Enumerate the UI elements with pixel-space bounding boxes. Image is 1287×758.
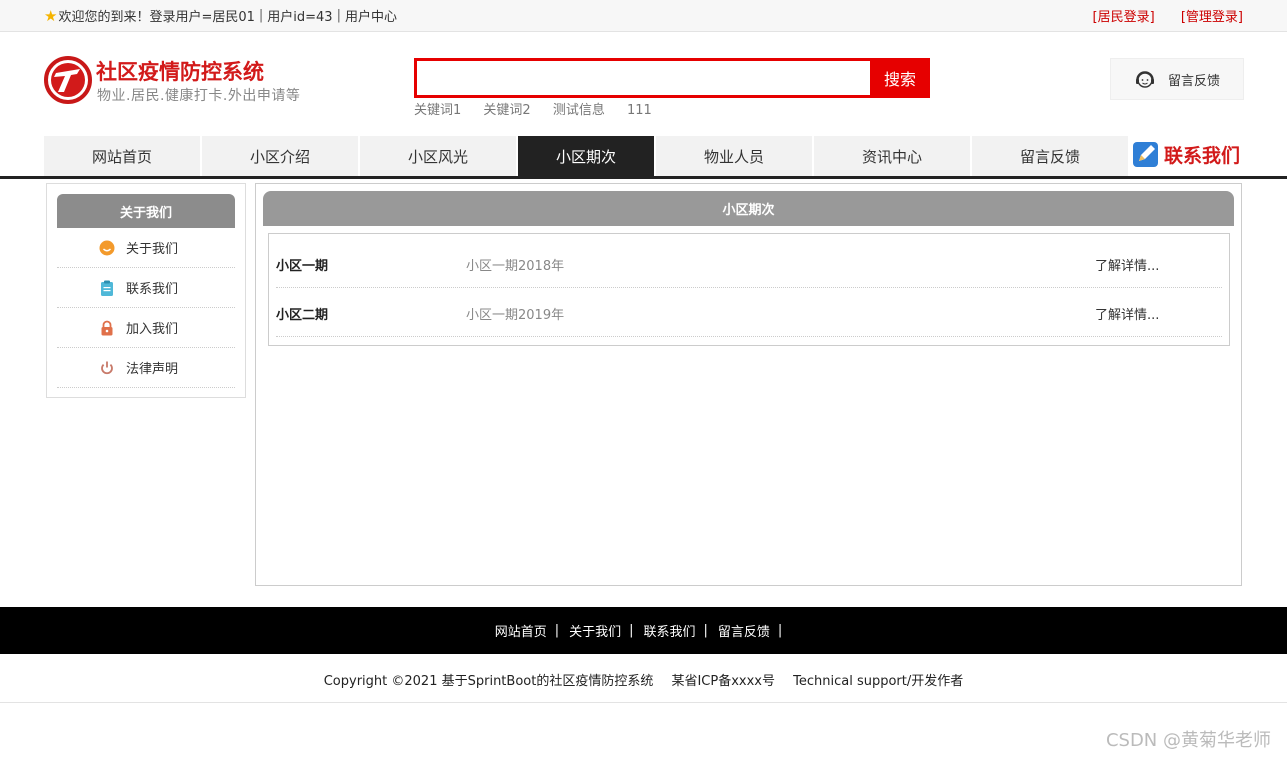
sidebar-item-label: 联系我们 (126, 282, 179, 297)
welcome-area: ★ 欢迎您的到来！登录用户=居民01 | 用户id=43 | 用户中心 (44, 6, 397, 26)
phase-name[interactable]: 小区一期 (276, 255, 328, 274)
user-id-text: 用户id=43 (267, 10, 333, 25)
keyword-link[interactable]: 关键词1 (414, 103, 461, 118)
clipboard-icon (101, 280, 113, 296)
nav-divider (0, 176, 1287, 179)
keyword-link[interactable]: 测试信息 (553, 103, 605, 118)
sidebar-item-legal[interactable]: 法律声明 (57, 348, 235, 388)
detail-link[interactable]: 了解详情... (1095, 255, 1159, 274)
watermark: CSDN @黄菊华老师 (1105, 730, 1271, 751)
footer-separator: | (703, 623, 708, 638)
customer-service-icon (1135, 71, 1154, 88)
smile-icon (99, 240, 115, 255)
nav-item-phases[interactable]: 小区期次 (518, 136, 656, 176)
admin-login-link[interactable]: [管理登录] (1181, 10, 1243, 25)
support-text: Technical support/开发作者 (793, 674, 964, 689)
top-bar: ★ 欢迎您的到来！登录用户=居民01 | 用户id=43 | 用户中心 [居民登… (0, 0, 1287, 32)
sidebar-item-about[interactable]: 关于我们 (57, 228, 235, 268)
keyword-link[interactable]: 关键词2 (483, 103, 530, 118)
footer-link-home[interactable]: 网站首页 (495, 621, 547, 640)
nav-item-scenery[interactable]: 小区风光 (360, 136, 518, 176)
site-title: 社区疫情防控系统 (96, 60, 264, 84)
phase-list: 小区一期 小区一期2018年 了解详情... 小区二期 小区一期2019年 了解… (268, 233, 1230, 346)
nav-item-home[interactable]: 网站首页 (44, 136, 202, 176)
panel-title: 小区期次 (263, 191, 1234, 226)
icp-text: 某省ICP备xxxx号 (671, 674, 775, 689)
footer-separator: | (554, 623, 560, 638)
star-icon: ★ (44, 6, 58, 25)
sidebar-item-join[interactable]: 加入我们 (57, 308, 235, 348)
sidebar: 关于我们 关于我们 联系我们 加入我们 法律声明 (46, 183, 246, 398)
search-button[interactable]: 搜索 (870, 58, 930, 98)
footer-separator: | (629, 623, 634, 638)
separator: | (336, 8, 341, 23)
power-icon (101, 361, 113, 374)
contact-us-link[interactable]: 联系我们 (1132, 140, 1240, 168)
footer-separator: | (777, 623, 783, 638)
contact-us-label: 联系我们 (1164, 144, 1241, 167)
main-panel: 小区期次 小区一期 小区一期2018年 了解详情... 小区二期 小区一期201… (255, 183, 1242, 586)
feedback-label: 留言反馈 (1167, 73, 1220, 89)
phase-name[interactable]: 小区二期 (276, 304, 328, 323)
sidebar-item-label: 加入我们 (126, 322, 179, 337)
welcome-text: 欢迎您的到来！登录用户=居民01 (58, 10, 255, 25)
footer-nav: 网站首页 | 关于我们 | 联系我们 | 留言反馈 | (0, 607, 1287, 654)
feedback-button[interactable]: 留言反馈 (1110, 58, 1244, 100)
sidebar-item-label: 法律声明 (126, 362, 179, 377)
lock-icon (101, 320, 113, 335)
nav-item-staff[interactable]: 物业人员 (656, 136, 814, 176)
phase-desc: 小区一期2019年 (466, 308, 565, 323)
sidebar-item-label: 关于我们 (126, 242, 179, 257)
logo-icon[interactable] (44, 56, 92, 104)
copyright-line: Copyright ©2021 基于SprintBoot的社区疫情防控系统 某省… (0, 670, 1287, 689)
main-nav: 网站首页 小区介绍 小区风光 小区期次 物业人员 资讯中心 留言反馈 (44, 136, 1130, 176)
nav-item-feedback[interactable]: 留言反馈 (972, 136, 1130, 176)
user-center-link[interactable]: 用户中心 (345, 6, 397, 25)
sidebar-item-contact[interactable]: 联系我们 (57, 268, 235, 308)
resident-login-link[interactable]: [居民登录] (1093, 10, 1155, 25)
search-box: 搜索 (414, 58, 930, 98)
site-subtitle: 物业.居民.健康打卡.外出申请等 (97, 88, 301, 104)
list-item: 小区二期 小区一期2019年 了解详情... (276, 288, 1222, 337)
separator: | (258, 8, 264, 23)
keyword-link[interactable]: 111 (627, 103, 652, 118)
phase-desc: 小区一期2018年 (466, 259, 565, 274)
edit-icon (1133, 142, 1158, 167)
nav-item-news[interactable]: 资讯中心 (814, 136, 972, 176)
sidebar-title: 关于我们 (57, 194, 235, 228)
footer-link-about[interactable]: 关于我们 (569, 621, 621, 640)
login-links: [居民登录] [管理登录] (1071, 6, 1243, 25)
footer-link-feedback[interactable]: 留言反馈 (718, 621, 770, 640)
search-input[interactable] (417, 61, 870, 95)
copyright-text: Copyright ©2021 基于SprintBoot的社区疫情防控系统 (323, 674, 654, 689)
footer-divider (0, 702, 1287, 703)
detail-link[interactable]: 了解详情... (1095, 304, 1159, 323)
footer-link-contact[interactable]: 联系我们 (644, 621, 696, 640)
nav-item-intro[interactable]: 小区介绍 (202, 136, 360, 176)
hot-keywords: 关键词1 关键词2 测试信息 111 (414, 99, 670, 118)
list-item: 小区一期 小区一期2018年 了解详情... (276, 239, 1222, 288)
